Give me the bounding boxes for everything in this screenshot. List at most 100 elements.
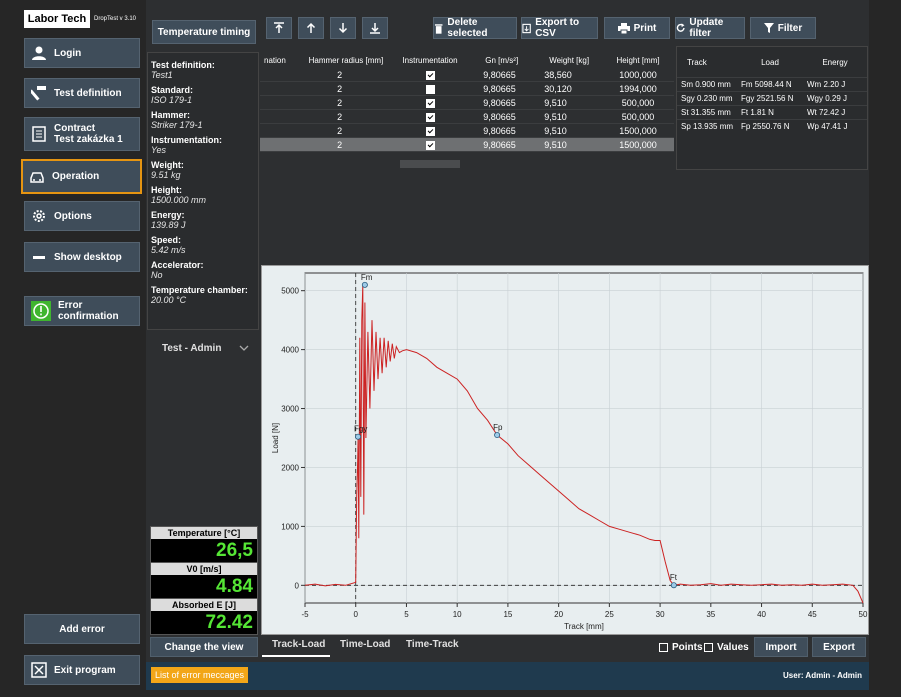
- col-header-height[interactable]: Height [mm]: [602, 52, 674, 68]
- move-bottom-button[interactable]: [362, 17, 388, 39]
- values-label: Values: [717, 642, 749, 653]
- marker-ft: [670, 582, 677, 589]
- update-filter-button[interactable]: Update filter: [675, 17, 745, 39]
- arrow-top-icon: [274, 22, 284, 33]
- test-definition-label: Test definition: [54, 87, 122, 99]
- col-header-weight[interactable]: Weight [kg]: [536, 52, 602, 68]
- user-icon: [32, 46, 46, 60]
- meter-temperature: Temperature [°C] 26,5: [150, 526, 258, 563]
- instrumentation-checkbox[interactable]: [425, 70, 435, 80]
- test-info-label: Weight:: [151, 160, 184, 170]
- col-header-instrumentation[interactable]: Instrumentation: [393, 52, 468, 68]
- error-messages-label: List of error meccages: [154, 670, 245, 680]
- table-row[interactable]: 2 9,80665 9,510 500,000: [260, 95, 674, 110]
- table-cell-gn: 9,80665: [467, 81, 537, 96]
- meter-absorbed-energy: Absorbed E [J] 72.42: [150, 598, 258, 635]
- login-button[interactable]: Login: [24, 38, 140, 68]
- meter-value: 4.84: [216, 576, 253, 597]
- arrow-down-icon: [338, 23, 348, 34]
- x-tick-label: 25: [605, 610, 614, 619]
- move-down-button[interactable]: [330, 17, 356, 39]
- app-version: DropTest v 3.10: [94, 16, 137, 22]
- x-tick-label: 20: [554, 610, 563, 619]
- table-cell-gn: 9,80665: [467, 95, 537, 110]
- temperature-timing-button[interactable]: Temperature timing: [152, 20, 256, 44]
- import-button[interactable]: Import: [754, 637, 808, 657]
- change-view-button[interactable]: Change the view: [150, 637, 258, 657]
- instrumentation-checkbox[interactable]: [425, 112, 435, 122]
- table-row[interactable]: 2 9,80665 30,120 1994,000: [260, 81, 674, 96]
- x-tick-label: 10: [453, 610, 462, 619]
- test-definition-button[interactable]: Test definition: [24, 78, 140, 108]
- meter-value: 72.42: [205, 612, 253, 633]
- tab-time-load[interactable]: Time-Load: [340, 639, 390, 650]
- tab-time-load-label: Time-Load: [340, 639, 391, 650]
- delete-selected-button[interactable]: Delete selected: [433, 17, 517, 39]
- operation-button[interactable]: Operation: [21, 159, 142, 194]
- exit-program-label: Exit program: [54, 664, 116, 676]
- tab-track-load[interactable]: Track-Load: [272, 639, 325, 650]
- points-checkbox-box: [659, 643, 668, 652]
- test-info-value: Test1: [151, 70, 173, 80]
- marker-label: Fm: [361, 273, 373, 282]
- move-top-button[interactable]: [266, 17, 292, 39]
- filter-button[interactable]: Filter: [750, 17, 816, 39]
- show-desktop-button[interactable]: Show desktop: [24, 242, 140, 272]
- x-tick-label: 50: [859, 610, 868, 619]
- points-checkbox[interactable]: Points: [659, 642, 703, 653]
- horizontal-scrollbar[interactable]: [400, 160, 460, 168]
- table-cell-instr: [392, 81, 468, 96]
- move-up-button[interactable]: [298, 17, 324, 39]
- marker-fgy: [355, 433, 362, 440]
- marker-label: Fgy: [354, 425, 367, 434]
- add-error-button[interactable]: Add error: [24, 614, 140, 644]
- records-table: nation Hammer radius [mm] Instrumentatio…: [260, 52, 674, 152]
- filter-icon: [763, 23, 774, 33]
- col-header-nation[interactable]: nation: [260, 52, 299, 68]
- refresh-icon: [676, 23, 685, 32]
- track-load-chart: -5 0 5 10 15 20 25 30 35 40 45 50 0 1000 2000 3000 4000 5…: [271, 272, 868, 631]
- table-cell-radius: 2: [299, 81, 393, 96]
- instrumentation-checkbox[interactable]: [425, 84, 435, 94]
- instrumentation-checkbox[interactable]: [425, 126, 435, 136]
- results-cell: Wt 72.42 J: [807, 108, 846, 117]
- results-row: St 31.355 mm Ft 1.81 N Wt 72.42 J: [677, 105, 867, 119]
- table-cell-instr: [392, 95, 468, 110]
- instrumentation-checkbox[interactable]: [425, 98, 435, 108]
- plot-area: [304, 272, 864, 604]
- y-tick-label: 5000: [281, 287, 299, 296]
- results-header-energy: Energy: [822, 57, 848, 67]
- results-cell: Sm 0.900 mm: [681, 80, 731, 89]
- export-icon: [522, 23, 531, 33]
- error-messages-button[interactable]: List of error meccages: [151, 667, 248, 683]
- x-tick-label: 45: [808, 610, 817, 619]
- table-row[interactable]: 2 9,80665 9,510 500,000: [260, 109, 674, 124]
- export-button[interactable]: Export: [812, 637, 866, 657]
- print-button[interactable]: Print: [604, 17, 670, 39]
- arrow-bottom-icon: [370, 23, 380, 34]
- error-confirmation-button[interactable]: Error confirmation: [24, 296, 140, 326]
- test-info-panel: Test definition: Test1 Standard: ISO 179-1 H…: [147, 52, 259, 330]
- export-csv-button[interactable]: Export to CSV: [521, 17, 598, 39]
- tab-time-track[interactable]: Time-Track: [406, 639, 459, 650]
- table-cell-radius: 2: [299, 137, 393, 152]
- records-table-container: nation Hammer radius [mm] Instrumentatio…: [260, 46, 674, 172]
- meter-label: Temperature [°C]: [151, 527, 257, 539]
- col-header-radius[interactable]: Hammer radius [mm]: [299, 52, 393, 68]
- table-row[interactable]: 2 9,80665 9,510 1500,000: [260, 123, 674, 138]
- exit-program-button[interactable]: Exit program: [24, 655, 140, 685]
- hammer-icon: [31, 86, 46, 101]
- table-row[interactable]: 2 9,80665 38,560 1000,000: [260, 68, 674, 82]
- contract-button[interactable]: Contract Test zakázka 1: [24, 117, 140, 151]
- meter-value: 26,5: [216, 540, 253, 561]
- table-cell-radius: 2: [299, 109, 393, 124]
- instrumentation-checkbox[interactable]: [425, 140, 435, 150]
- results-cell: Sp 13.935 mm: [681, 122, 734, 131]
- values-checkbox[interactable]: Values: [704, 642, 749, 653]
- user-select[interactable]: Test - Admin: [147, 336, 259, 360]
- table-cell-nation: [260, 137, 300, 152]
- table-row[interactable]: 2 9,80665 9,510 1500,000: [260, 137, 674, 152]
- table-cell-instr: [392, 137, 468, 152]
- col-header-gn[interactable]: Gn [m/s²]: [467, 52, 536, 68]
- options-button[interactable]: Options: [24, 201, 140, 231]
